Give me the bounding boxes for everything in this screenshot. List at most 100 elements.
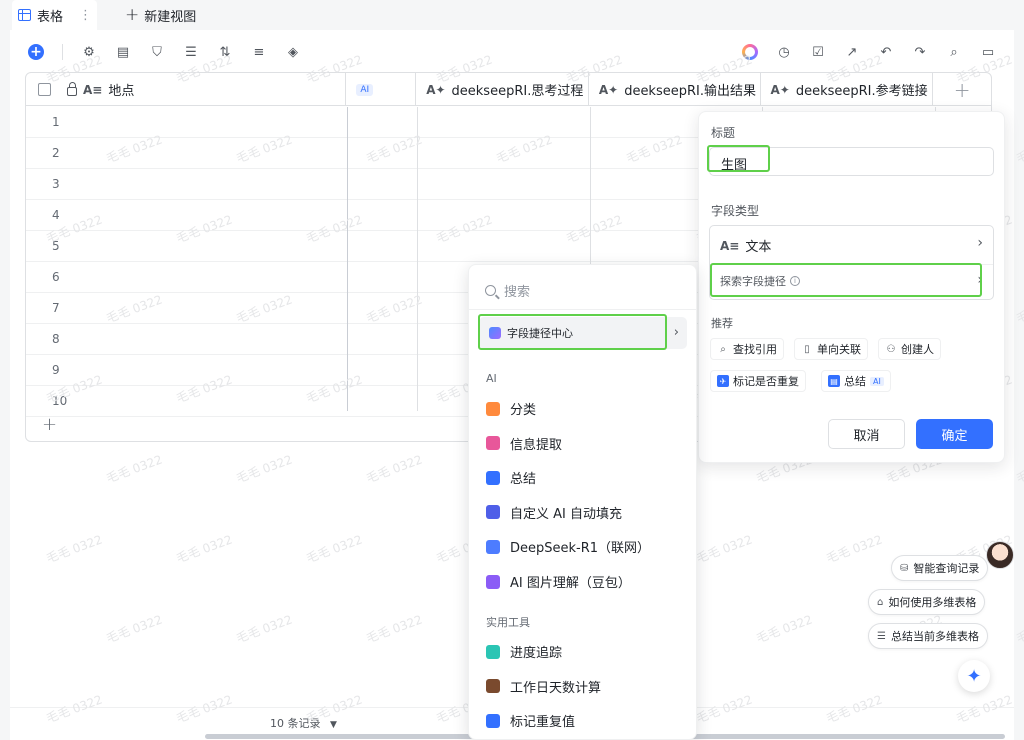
dropdown-item[interactable]: 自定义 AI 自动填充: [486, 503, 622, 522]
tab-label: 表格: [37, 9, 64, 25]
row-number: 1: [52, 115, 60, 129]
share-icon[interactable]: ↗: [844, 44, 860, 60]
title-label: 标题: [711, 126, 736, 140]
plus-icon: +: [125, 5, 140, 25]
row-number: 8: [52, 332, 60, 346]
item-icon: [486, 401, 500, 416]
item-icon: [486, 679, 500, 694]
graduation-icon: ⌂: [877, 596, 884, 608]
dropdown-item[interactable]: 进度追踪: [486, 642, 562, 661]
dropdown-item[interactable]: 工作日天数计算: [486, 677, 601, 696]
field-type-value: 文本: [745, 240, 772, 255]
toolbar-right: ◷ ☑ ↗ ↶ ↷ ⌕ ▭: [724, 44, 996, 60]
checklist-icon[interactable]: ☑: [810, 44, 826, 60]
column-label: deekseepRI.输出结果: [624, 84, 756, 99]
more-icon[interactable]: ⋮: [79, 8, 92, 23]
item-icon: [486, 574, 500, 589]
field-type-label: 字段类型: [711, 204, 760, 218]
column-divider: [417, 107, 418, 411]
field-settings-icon[interactable]: ▤: [115, 44, 131, 60]
watermark: 毛毛 0322: [1014, 452, 1024, 486]
pill-label: 智能查询记录: [913, 562, 980, 575]
column-label: deekseepRI.思考过程: [451, 84, 584, 99]
table-header: A≡ 地点 AI A✦ deekseepRI.思考过程 A✦ deekseepR…: [26, 73, 991, 106]
ai-text-field-icon: A✦: [426, 82, 446, 97]
row-height-icon[interactable]: ≡: [251, 44, 267, 60]
gear-icon[interactable]: ⚙: [81, 44, 97, 60]
tools-section-label: 实用工具: [486, 616, 530, 629]
undo-icon[interactable]: ↶: [878, 44, 894, 60]
pill-summarize[interactable]: ☰ 总结当前多维表格: [868, 623, 988, 649]
record-count[interactable]: 10 条记录 ▼: [270, 715, 337, 731]
ai-badge: AI: [356, 83, 374, 96]
link-icon: ▯: [804, 343, 810, 355]
new-view-button[interactable]: + 新建视图: [125, 5, 196, 25]
pill-how-to-use[interactable]: ⌂ 如何使用多维表格: [868, 589, 986, 615]
assistant-avatar[interactable]: [986, 541, 1014, 569]
row-number: 10: [52, 394, 68, 408]
confirm-button[interactable]: 确定: [916, 419, 993, 449]
field-shortcut-dropdown: 搜索 字段捷径中心 › AI 分类 信息提取 总结 自定义 AI 自动填充 DeepSe…: [468, 264, 697, 740]
lock-icon: [67, 81, 77, 96]
history-icon[interactable]: ◷: [776, 44, 792, 60]
column-header-output[interactable]: A✦ deekseepRI.输出结果: [589, 73, 761, 106]
redo-icon[interactable]: ↷: [912, 44, 928, 60]
chip-creator[interactable]: ⚇ 创建人: [878, 338, 941, 360]
chip-summary[interactable]: ▤ 总结 AI: [821, 370, 891, 392]
dropdown-search-input[interactable]: 搜索: [485, 281, 530, 300]
dropdown-item[interactable]: 信息提取: [486, 434, 562, 453]
pill-label: 如何使用多维表格: [888, 596, 977, 609]
recommend-label: 推荐: [711, 317, 733, 330]
dropdown-item[interactable]: 标记重复值: [486, 711, 575, 730]
dropdown-item[interactable]: DeepSeek-R1（联网）: [486, 537, 650, 556]
tab-table-view[interactable]: 表格 ⋮: [12, 0, 98, 30]
column-header-ai[interactable]: AI: [346, 73, 417, 106]
chip-label: 标记是否重复: [733, 375, 799, 388]
chip-label: 单向关联: [817, 343, 861, 356]
item-icon: [486, 713, 500, 728]
add-row-button[interactable]: +: [42, 414, 57, 435]
search-icon: [485, 285, 496, 296]
item-label: 工作日天数计算: [510, 680, 602, 696]
record-count-label: 10 条记录: [270, 717, 321, 730]
column-header-links[interactable]: A✦ deekseepRI.参考链接: [761, 73, 934, 106]
chip-one-way-link[interactable]: ▯ 单向关联: [794, 338, 868, 360]
field-edit-panel: 标题 生图 字段类型 A≡ 文本 › 探索字段捷径 i › 推荐 ⌕ 查找引用 …: [698, 111, 1005, 463]
summary-icon: ▤: [828, 375, 840, 387]
sort-icon[interactable]: ⇅: [217, 44, 233, 60]
column-header-thinking[interactable]: A✦ deekseepRI.思考过程: [416, 73, 589, 106]
row-number: 4: [52, 208, 60, 222]
divider: [469, 309, 696, 310]
new-view-label: 新建视图: [144, 9, 197, 25]
item-label: 标记重复值: [510, 715, 576, 731]
add-icon[interactable]: +: [28, 44, 44, 60]
ai-text-field-icon: A✦: [598, 82, 619, 97]
pill-smart-query[interactable]: ⛁ 智能查询记录: [891, 555, 989, 581]
chip-label: 创建人: [901, 343, 934, 356]
add-column-button[interactable]: +: [933, 73, 991, 106]
field-type-row[interactable]: A≡ 文本: [720, 236, 772, 256]
fill-color-icon[interactable]: ◈: [285, 44, 301, 60]
select-all-checkbox[interactable]: [38, 83, 51, 96]
chip-mark-duplicate[interactable]: ✈ 标记是否重复: [710, 370, 806, 392]
search-placeholder: 搜索: [504, 285, 531, 300]
search-icon[interactable]: ⌕: [946, 44, 962, 60]
dropdown-item[interactable]: 分类: [486, 399, 536, 418]
ai-badge: AI: [870, 376, 884, 386]
ai-ring-icon[interactable]: [742, 44, 758, 60]
item-label: 进度追踪: [510, 646, 563, 661]
chip-lookup[interactable]: ⌕ 查找引用: [710, 338, 784, 360]
item-icon: [486, 644, 500, 659]
cancel-button[interactable]: 取消: [828, 419, 905, 449]
ai-assistant-sparkle-button[interactable]: ✦: [958, 660, 990, 692]
watermark: 毛毛 0322: [1014, 292, 1024, 326]
dropdown-item[interactable]: 总结: [486, 468, 536, 487]
ai-section-label: AI: [486, 372, 497, 385]
group-icon[interactable]: ☰: [183, 44, 199, 60]
dropdown-item[interactable]: AI 图片理解（豆包）: [486, 572, 631, 591]
column-header-location[interactable]: A≡ 地点: [26, 73, 347, 106]
item-label: 总结: [510, 472, 537, 488]
row-number: 5: [52, 239, 60, 253]
comment-icon[interactable]: ▭: [980, 44, 996, 60]
filter-icon[interactable]: ⛉: [149, 44, 165, 60]
